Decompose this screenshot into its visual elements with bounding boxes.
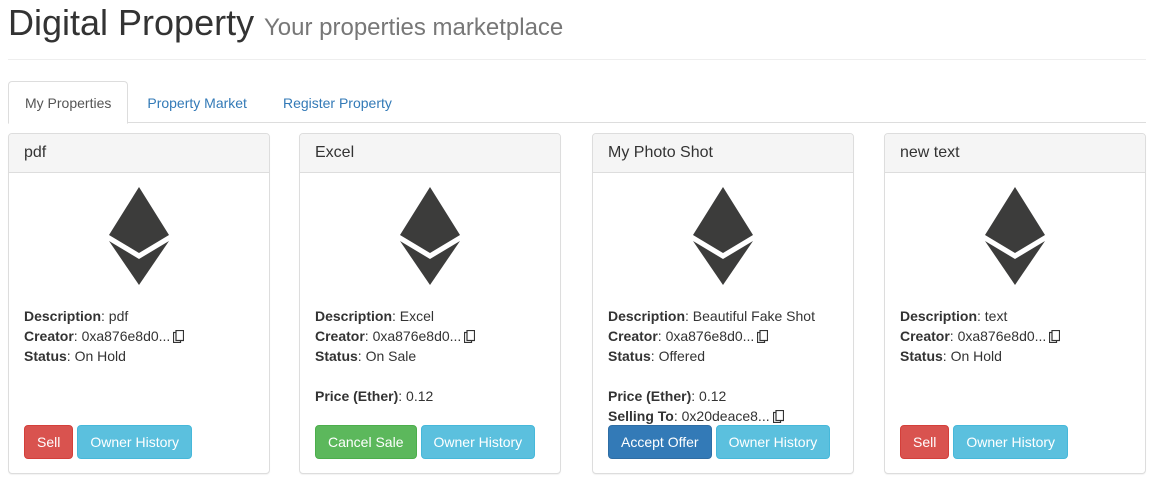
page-header: Digital Property Your properties marketp… bbox=[8, 2, 1146, 60]
card-actions: Cancel Sale Owner History bbox=[315, 425, 536, 459]
card-actions: Sell Owner History bbox=[24, 425, 193, 459]
page-subtitle: Your properties marketplace bbox=[263, 14, 564, 41]
sell-button[interactable]: Sell bbox=[900, 425, 950, 459]
status-row: Status: On Hold bbox=[24, 348, 126, 364]
status-value: Offered bbox=[658, 348, 706, 364]
status-value: On Hold bbox=[950, 348, 1002, 364]
creator-row: Creator: 0xa876e8d0... bbox=[900, 326, 1140, 346]
description-row: Description: Excel bbox=[315, 308, 435, 324]
copy-icon[interactable] bbox=[464, 330, 476, 343]
card-actions: Accept Offer Owner History bbox=[608, 425, 831, 459]
description-row: Description: Beautiful Fake Shot bbox=[608, 308, 815, 324]
ethereum-icon bbox=[985, 187, 1045, 285]
owner-history-button[interactable]: Owner History bbox=[715, 425, 831, 459]
property-card-new-text: new text Description: text Creator: 0xa8… bbox=[884, 133, 1146, 474]
status-row: Status: On Hold bbox=[900, 348, 1002, 364]
creator-value: 0xa876e8d0... bbox=[372, 328, 462, 344]
property-card-excel: Excel Description: Excel Creator: 0xa876… bbox=[299, 133, 561, 474]
card-title: My Photo Shot bbox=[593, 134, 853, 173]
tab-property-market[interactable]: Property Market bbox=[130, 81, 264, 123]
property-details: Description: pdf Creator: 0xa876e8d0... … bbox=[24, 306, 264, 366]
property-card-pdf: pdf Description: pdf Creator: 0xa876e8d0… bbox=[8, 133, 270, 474]
status-row: Status: Offered bbox=[608, 348, 706, 364]
ethereum-icon bbox=[693, 187, 753, 285]
card-title: Excel bbox=[300, 134, 560, 173]
property-details: Description: text Creator: 0xa876e8d0...… bbox=[900, 306, 1140, 366]
status-row: Status: On Sale bbox=[315, 348, 417, 364]
description-value: Excel bbox=[399, 308, 435, 324]
ethereum-icon bbox=[109, 187, 169, 285]
card-title: new text bbox=[885, 134, 1145, 173]
creator-row: Creator: 0xa876e8d0... bbox=[24, 326, 264, 346]
price-value: 0.12 bbox=[699, 388, 727, 404]
property-details: Description: Excel Creator: 0xa876e8d0..… bbox=[315, 306, 555, 406]
creator-value: 0xa876e8d0... bbox=[957, 328, 1047, 344]
selling-to-value: 0x20deace8... bbox=[681, 408, 770, 424]
nav-tabs: My Properties Property Market Register P… bbox=[8, 81, 1146, 124]
price-row: Price (Ether): 0.12 bbox=[315, 388, 434, 404]
copy-icon[interactable] bbox=[173, 330, 185, 343]
description-row: Description: pdf bbox=[24, 308, 129, 324]
description-value: pdf bbox=[108, 308, 129, 324]
accept-offer-button[interactable]: Accept Offer bbox=[608, 425, 712, 459]
description-row: Description: text bbox=[900, 308, 1008, 324]
price-row: Price (Ether): 0.12 bbox=[608, 388, 727, 404]
tab-register-property[interactable]: Register Property bbox=[266, 81, 409, 123]
copy-icon[interactable] bbox=[772, 410, 784, 423]
owner-history-button[interactable]: Owner History bbox=[953, 425, 1069, 459]
page-title: Digital Property bbox=[8, 2, 255, 43]
owner-history-button[interactable]: Owner History bbox=[77, 425, 193, 459]
description-value: text bbox=[984, 308, 1008, 324]
sell-button[interactable]: Sell bbox=[24, 425, 74, 459]
property-details: Description: Beautiful Fake Shot Creator… bbox=[608, 306, 848, 426]
price-value: 0.12 bbox=[406, 388, 434, 404]
copy-icon[interactable] bbox=[757, 330, 769, 343]
card-actions: Sell Owner History bbox=[900, 425, 1069, 459]
description-value: Beautiful Fake Shot bbox=[692, 308, 815, 324]
owner-history-button[interactable]: Owner History bbox=[420, 425, 536, 459]
creator-row: Creator: 0xa876e8d0... bbox=[315, 326, 555, 346]
creator-value: 0xa876e8d0... bbox=[81, 328, 171, 344]
creator-value: 0xa876e8d0... bbox=[665, 328, 755, 344]
copy-icon[interactable] bbox=[1049, 330, 1061, 343]
status-value: On Sale bbox=[365, 348, 417, 364]
card-title: pdf bbox=[9, 134, 269, 173]
status-value: On Hold bbox=[74, 348, 126, 364]
property-card-my-photo-shot: My Photo Shot Description: Beautiful Fak… bbox=[592, 133, 854, 474]
cancel-sale-button[interactable]: Cancel Sale bbox=[315, 425, 417, 459]
ethereum-icon bbox=[400, 187, 460, 285]
selling-to-row: Selling To: 0x20deace8... bbox=[608, 406, 848, 426]
tab-my-properties[interactable]: My Properties bbox=[8, 81, 129, 124]
creator-row: Creator: 0xa876e8d0... bbox=[608, 326, 848, 346]
